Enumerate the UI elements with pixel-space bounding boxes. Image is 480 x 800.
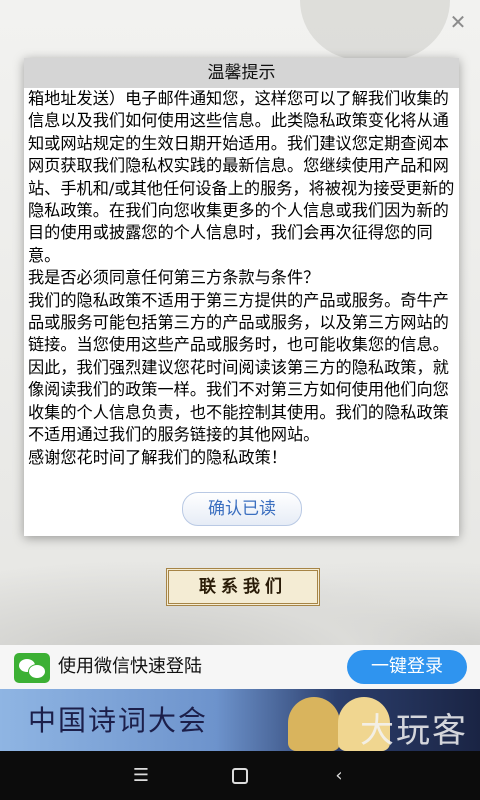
close-icon[interactable]: ✕ — [448, 12, 468, 32]
dialog-title: 温馨提示 — [24, 58, 459, 88]
dialog-paragraph: 感谢您花时间了解我们的隐私政策！ — [28, 447, 287, 467]
banner-figure-image — [288, 697, 340, 751]
wechat-login-bar: 使用微信快速登陆 一键登录 — [0, 645, 480, 689]
confirm-read-button[interactable]: 确认已读 — [182, 492, 302, 526]
privacy-dialog: 温馨提示 箱地址发送）电子邮件通知您，这样您可以了解我们收集的信息以及我们如何使… — [24, 58, 459, 536]
dialog-paragraph: 我们的隐私政策不适用于第三方提供的产品或服务。奇牛产品或服务可能包括第三方的产品… — [28, 290, 449, 445]
background-moon — [300, 0, 450, 60]
wechat-icon — [14, 653, 50, 683]
one-click-login-button[interactable]: 一键登录 — [347, 650, 467, 684]
home-icon[interactable] — [227, 763, 253, 789]
wechat-login-label: 使用微信快速登陆 — [58, 656, 202, 677]
contact-us-button[interactable]: 联系我们 — [166, 568, 320, 606]
back-icon[interactable]: ‹ — [326, 763, 352, 789]
banner-watermark: 大玩客 — [360, 711, 468, 751]
ad-banner[interactable]: 中国诗词大会 大玩客 — [0, 689, 480, 751]
banner-title: 中国诗词大会 — [28, 704, 209, 737]
menu-icon[interactable]: ☰ — [128, 763, 154, 789]
dialog-content[interactable]: 箱地址发送）电子邮件通知您，这样您可以了解我们收集的信息以及我们如何使用这些信息… — [24, 88, 459, 480]
dialog-paragraph: 我是否必须同意任何第三方条款与条件？ — [28, 268, 320, 288]
system-navigation-bar: ☰ ‹ — [0, 751, 480, 800]
dialog-paragraph: 箱地址发送）电子邮件通知您，这样您可以了解我们收集的信息以及我们如何使用这些信息… — [28, 89, 455, 265]
